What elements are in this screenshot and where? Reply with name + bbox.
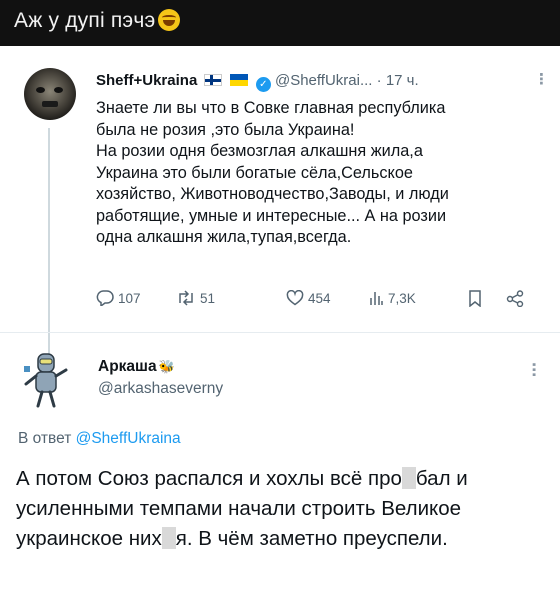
avatar-mouth — [42, 101, 58, 107]
caption-bar: Аж у дупі пэчэ — [0, 0, 560, 46]
reply-text: А потом Союз распался и хохлы всё про бал… — [16, 467, 468, 550]
like-icon — [286, 290, 304, 306]
retweet-button[interactable]: 51 — [176, 290, 215, 306]
views-count: 7,3K — [388, 290, 416, 306]
avatar-eye — [54, 87, 63, 93]
laughing-emoji-icon — [158, 9, 181, 31]
views-icon — [370, 292, 383, 305]
retweet-count: 51 — [200, 290, 216, 306]
more-icon[interactable]: ⋯ — [524, 362, 542, 375]
tweet-text: Знаете ли вы что в Совке главная республ… — [96, 99, 449, 246]
reply-button[interactable]: 107 — [96, 290, 141, 306]
reply-icon — [96, 290, 114, 306]
tweet-time[interactable]: 17 ч. — [386, 72, 419, 89]
retweet-icon — [179, 290, 193, 306]
bookmark-icon — [469, 290, 481, 307]
share-button[interactable] — [506, 290, 524, 307]
avatar[interactable] — [24, 68, 76, 120]
reply-label: В ответ — [18, 430, 72, 447]
avatar[interactable] — [22, 350, 72, 410]
like-button[interactable]: 454 — [286, 290, 331, 306]
bookmark-button[interactable] — [468, 290, 482, 307]
reply-to-link[interactable]: @SheffUkraina — [76, 430, 181, 447]
finland-flag-icon — [204, 74, 223, 86]
verified-icon: ✓ — [255, 77, 271, 92]
censor-block — [161, 527, 176, 549]
author-name[interactable]: Аркаша 🐝 — [98, 358, 175, 376]
censor-block — [401, 467, 416, 489]
more-icon[interactable]: ⋮ — [534, 70, 549, 88]
bee-emoji-icon: 🐝 — [158, 359, 175, 374]
divider — [0, 332, 560, 333]
views-button[interactable]: 7,3K — [368, 290, 416, 306]
tweet-header: Sheff+Ukraina ✓ @SheffUkrai... · 17 ч. — [96, 72, 419, 92]
author-handle[interactable]: @arkashaseverny — [98, 380, 223, 398]
tweet-actions: 107 51 454 7,3K — [96, 290, 536, 314]
ukraine-flag-icon — [229, 74, 248, 86]
avatar-eye — [36, 87, 45, 93]
reply-count: 107 — [118, 290, 141, 306]
reply-context: В ответ @SheffUkraina — [18, 430, 181, 448]
share-icon — [506, 290, 524, 307]
separator: · — [376, 72, 382, 89]
author-name[interactable]: Sheff+Ukraina — [96, 72, 197, 89]
like-count: 454 — [308, 290, 331, 306]
author-handle[interactable]: @SheffUkrai... — [275, 72, 373, 89]
caption-text: Аж у дупі пэчэ — [14, 9, 181, 33]
